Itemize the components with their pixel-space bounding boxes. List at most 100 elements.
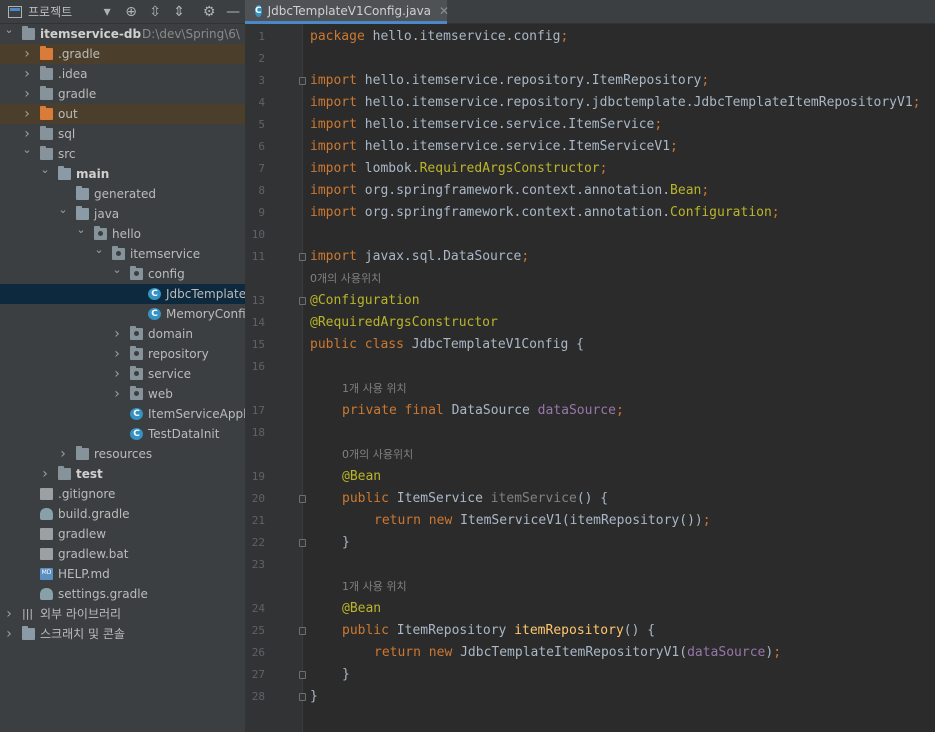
fold-marker-icon[interactable] — [299, 253, 306, 261]
code-line[interactable]: @Bean — [342, 466, 381, 488]
usage-hint[interactable]: 0개의 사용위치 — [342, 444, 413, 466]
tree-item[interactable]: ⌄ itemservice-db D:\dev\Spring\6\ — [0, 23, 245, 44]
chevron-right-icon[interactable]: › — [111, 384, 123, 404]
usage-hint[interactable]: 1개 사용 위치 — [342, 378, 407, 400]
chevron-right-icon[interactable]: › — [3, 604, 15, 624]
code-line[interactable]: } — [342, 532, 350, 554]
tree-item[interactable]: gradlew.bat — [0, 544, 245, 564]
code-line[interactable]: import hello.itemservice.repository.jdbc… — [310, 92, 921, 114]
tree-item[interactable]: › .idea — [0, 64, 245, 84]
tree-item[interactable]: MD HELP.md — [0, 564, 245, 584]
chevron-down-icon[interactable]: ⌄ — [57, 200, 69, 220]
chevron-right-icon[interactable]: › — [21, 84, 33, 104]
code-line[interactable]: public ItemRepository itemRepository() { — [342, 620, 655, 642]
tree-item[interactable]: gradlew — [0, 524, 245, 544]
code-line[interactable]: @Bean — [342, 598, 381, 620]
code-line[interactable]: return new ItemServiceV1(itemRepository(… — [374, 510, 711, 532]
code-line[interactable]: private final DataSource dataSource; — [342, 400, 624, 422]
tree-item[interactable]: ⌄ src — [0, 143, 245, 164]
chevron-right-icon[interactable]: › — [21, 64, 33, 84]
package-icon — [130, 386, 143, 400]
collapse-all-icon[interactable]: ⇕ — [172, 4, 186, 20]
fold-marker-icon[interactable] — [299, 495, 306, 503]
code-line[interactable]: import hello.itemservice.repository.Item… — [310, 70, 709, 92]
chevron-down-icon[interactable]: ⌄ — [93, 240, 105, 260]
chevron-right-icon[interactable]: › — [111, 364, 123, 384]
code-line[interactable]: import lombok.RequiredArgsConstructor; — [310, 158, 607, 180]
expand-all-icon[interactable]: ⇳ — [148, 4, 162, 20]
tree-item[interactable]: › sql — [0, 124, 245, 144]
chevron-down-icon[interactable]: ⌄ — [3, 20, 15, 40]
fold-marker-icon[interactable] — [299, 693, 306, 701]
tree-item[interactable]: build.gradle — [0, 504, 245, 524]
minimize-icon[interactable]: — — [226, 4, 240, 20]
code-line[interactable]: @RequiredArgsConstructor — [310, 312, 498, 334]
tree-item[interactable]: › 스크래치 및 콘솔 — [0, 624, 245, 644]
tree-item[interactable]: C MemoryConfig — [0, 304, 245, 324]
tree-item[interactable]: › out — [0, 104, 245, 124]
code-line[interactable]: @Configuration — [310, 290, 420, 312]
fold-marker-icon[interactable] — [299, 297, 306, 305]
chevron-right-icon[interactable]: › — [57, 444, 69, 464]
chevron-down-icon[interactable]: ⌄ — [39, 160, 51, 180]
chevron-right-icon[interactable]: › — [3, 624, 15, 644]
tree-item[interactable]: › repository — [0, 344, 245, 364]
code-line[interactable]: public ItemService itemService() { — [342, 488, 608, 510]
tree-item[interactable]: › domain — [0, 324, 245, 344]
tree-item[interactable]: › .gradle — [0, 44, 245, 64]
code-line[interactable]: import org.springframework.context.annot… — [310, 180, 709, 202]
tree-item[interactable]: › resources — [0, 444, 245, 464]
chevron-right-icon[interactable]: › — [21, 44, 33, 64]
project-view-icon[interactable] — [8, 5, 22, 18]
tree-item[interactable]: .gitignore — [0, 484, 245, 504]
tree-item[interactable]: › test — [0, 464, 245, 484]
chevron-right-icon[interactable]: › — [39, 464, 51, 484]
code-line[interactable]: import org.springframework.context.annot… — [310, 202, 780, 224]
folder-icon — [40, 86, 53, 100]
tree-item[interactable]: › web — [0, 384, 245, 404]
class-icon: C — [255, 4, 262, 17]
chevron-down-icon[interactable]: ⌄ — [111, 260, 123, 280]
project-view-label[interactable]: 프로젝트 — [28, 3, 72, 20]
chevron-down-icon[interactable]: ⌄ — [75, 220, 87, 240]
code-token: ; — [615, 403, 624, 418]
fold-marker-icon[interactable] — [299, 539, 306, 547]
code-line[interactable]: package hello.itemservice.config; — [310, 26, 568, 48]
fold-marker-icon[interactable] — [299, 77, 306, 85]
usage-hint[interactable]: 0개의 사용위치 — [310, 268, 381, 290]
tree-item[interactable]: ⌄ main — [0, 163, 245, 184]
code-line[interactable]: } — [342, 664, 350, 686]
chevron-right-icon[interactable]: › — [111, 344, 123, 364]
chevron-down-icon[interactable]: ⌄ — [21, 140, 33, 160]
fold-marker-icon[interactable] — [299, 627, 306, 635]
tree-item[interactable]: ⌄ java — [0, 203, 245, 224]
code-line[interactable]: import javax.sql.DataSource; — [310, 246, 529, 268]
tree-item[interactable]: C TestDataInit — [0, 424, 245, 444]
tree-item-label: gradle — [58, 87, 97, 101]
code-editor[interactable]: 1 2 3 4 5 6 7 8 9 10 11 13 14 15 16 17 18 19 20 21 22 23 24 25 2… — [245, 24, 935, 732]
tree-item[interactable]: settings.gradle — [0, 584, 245, 604]
close-icon[interactable]: ✕ — [439, 4, 449, 18]
tree-item[interactable]: C ItemServiceApplication — [0, 404, 245, 424]
code-line[interactable]: } — [310, 686, 318, 708]
code-line[interactable]: import hello.itemservice.service.ItemSer… — [310, 114, 662, 136]
usage-hint[interactable]: 1개 사용 위치 — [342, 576, 407, 598]
tree-item[interactable]: › gradle — [0, 84, 245, 104]
chevron-right-icon[interactable]: › — [21, 104, 33, 124]
code-line[interactable]: import hello.itemservice.service.ItemSer… — [310, 136, 678, 158]
chevron-down-icon[interactable]: ▾ — [100, 4, 114, 20]
fold-marker-icon[interactable] — [299, 671, 306, 679]
tree-item[interactable]: › service — [0, 364, 245, 384]
chevron-right-icon[interactable]: › — [111, 324, 123, 344]
editor-tab[interactable]: C JdbcTemplateV1Config.java ✕ — [245, 0, 449, 24]
locate-icon[interactable]: ⊕ — [124, 4, 138, 20]
code-line[interactable]: return new JdbcTemplateItemRepositoryV1(… — [374, 642, 781, 664]
tree-item[interactable]: C JdbcTemplateV1Config — [0, 284, 245, 304]
tree-item[interactable]: ⌄ hello — [0, 223, 245, 244]
tree-item[interactable]: generated — [0, 184, 245, 204]
code-line[interactable]: public class JdbcTemplateV1Config { — [310, 334, 584, 356]
tree-item[interactable]: ⌄ config — [0, 263, 245, 284]
gear-icon[interactable]: ⚙ — [202, 4, 216, 20]
tree-item[interactable]: › ||| 외부 라이브러리 — [0, 604, 245, 624]
package-icon — [130, 346, 143, 360]
